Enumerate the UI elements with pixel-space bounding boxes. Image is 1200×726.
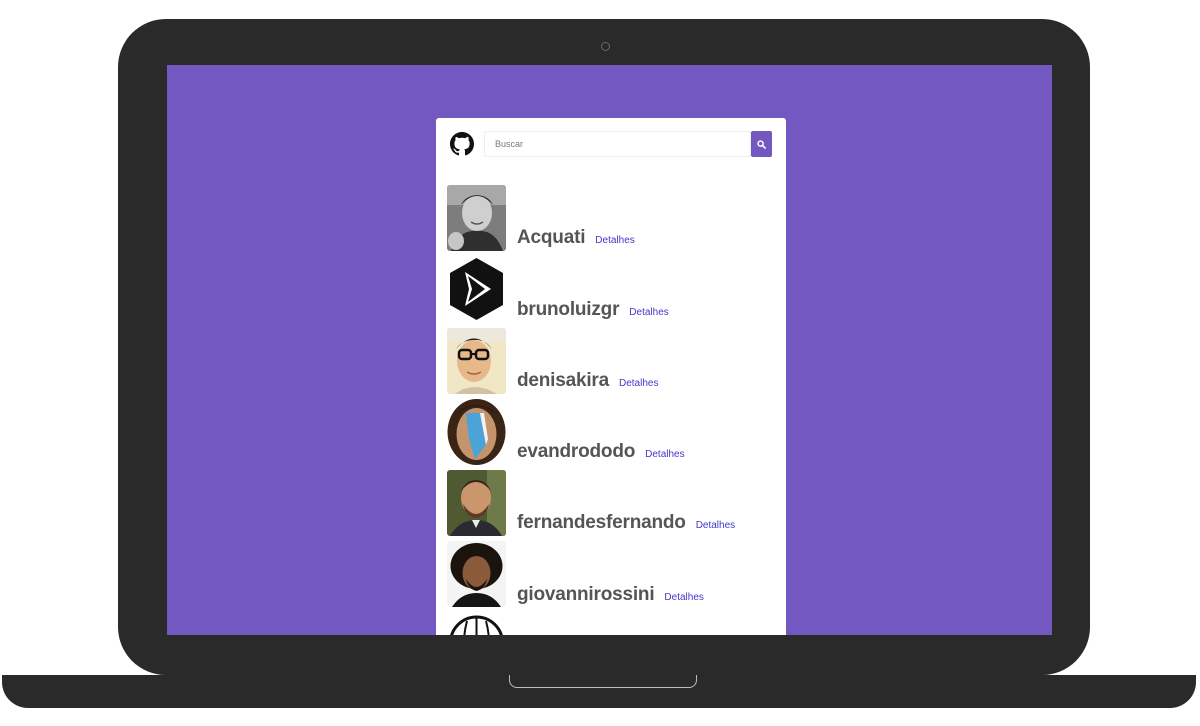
user-row: brunoluizgr Detalhes xyxy=(436,256,786,327)
avatar xyxy=(447,398,506,465)
details-link[interactable]: Detalhes xyxy=(595,235,634,246)
laptop-notch xyxy=(509,675,697,688)
avatar xyxy=(447,470,506,537)
user-row: Acquati Detalhes xyxy=(436,185,786,256)
user-row: denisakira Detalhes xyxy=(436,327,786,399)
avatar xyxy=(447,612,506,635)
details-link[interactable]: Detalhes xyxy=(696,520,735,531)
user-row: fernandesfernando Detalhes xyxy=(436,470,786,541)
username: fernandesfernando Detalhes xyxy=(517,512,735,537)
search-bar xyxy=(436,118,786,174)
details-link[interactable]: Detalhes xyxy=(664,592,703,603)
username: evandrododo Detalhes xyxy=(517,441,685,466)
username-text: giovannirossini xyxy=(517,583,655,605)
search-button[interactable] xyxy=(751,131,772,157)
username-text: brunoluizgr xyxy=(517,298,620,320)
details-link[interactable]: Detalhes xyxy=(645,449,684,460)
details-link[interactable]: Detalhes xyxy=(629,307,668,318)
app-screen: Acquati Detalhes brunoluizgr Detalhes xyxy=(167,65,1052,635)
username-text: denisakira xyxy=(517,369,609,391)
username: brunoluizgr Detalhes xyxy=(517,299,669,324)
username: Acquati Detalhes xyxy=(517,227,635,252)
webcam xyxy=(601,42,610,51)
search-input[interactable] xyxy=(484,131,751,157)
search-icon xyxy=(757,140,766,149)
user-list: Acquati Detalhes brunoluizgr Detalhes de… xyxy=(436,185,786,635)
github-icon xyxy=(450,132,474,156)
username: denisakira Detalhes xyxy=(517,370,658,395)
username-text: Acquati xyxy=(517,227,586,249)
username-text: fernandesfernando xyxy=(517,512,686,534)
avatar xyxy=(447,185,506,251)
avatar xyxy=(447,327,506,394)
username-text: evandrododo xyxy=(517,441,636,463)
avatar xyxy=(447,541,506,608)
user-row xyxy=(436,612,786,635)
username: giovannirossini Detalhes xyxy=(517,584,704,609)
user-row: evandrododo Detalhes xyxy=(436,398,786,470)
user-row: giovannirossini Detalhes xyxy=(436,541,786,612)
users-panel: Acquati Detalhes brunoluizgr Detalhes xyxy=(436,118,786,635)
avatar xyxy=(447,256,506,323)
details-link[interactable]: Detalhes xyxy=(619,378,658,389)
